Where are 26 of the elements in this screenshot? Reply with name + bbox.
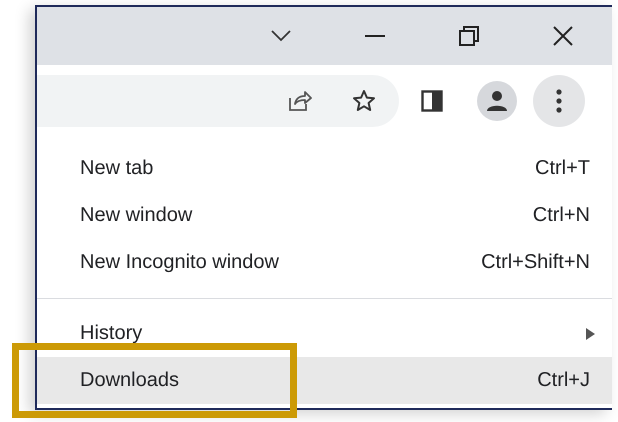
shortcut-text: Ctrl+Shift+N: [481, 251, 590, 274]
menu-item[interactable]: New Incognito window Ctrl+Shift+N: [37, 239, 612, 286]
star-icon: [352, 89, 376, 113]
menu-item-label: Downloads: [80, 369, 180, 392]
menu-icon: [556, 89, 562, 113]
menu-item[interactable]: History: [37, 310, 612, 357]
menu-item[interactable]: New tab Ctrl+T: [37, 145, 612, 192]
menu-item-label: New Incognito window: [80, 251, 280, 274]
profile-button[interactable]: [477, 81, 517, 121]
menu-item-label: History: [80, 322, 144, 345]
shortcut-text: Ctrl+N: [532, 204, 590, 227]
person-icon: [486, 90, 508, 112]
shortcut-text: Ctrl+T: [535, 157, 590, 180]
chevron-down-icon: [271, 30, 291, 42]
menu-item-label: New window: [80, 204, 194, 227]
minimize-icon: [365, 35, 385, 37]
side-panel-icon: [421, 90, 443, 112]
menu-item[interactable]: Downloads Ctrl+J: [37, 357, 612, 404]
shortcut-text: Ctrl+J: [537, 369, 590, 392]
submenu-arrow-icon: [586, 328, 595, 340]
share-icon: [288, 90, 312, 112]
menu-item-label: New tab: [80, 157, 154, 180]
close-icon: [553, 26, 573, 46]
menu-button[interactable]: [533, 75, 585, 127]
menu-item[interactable]: New window Ctrl+N: [37, 192, 612, 239]
restore-icon: [459, 26, 479, 46]
